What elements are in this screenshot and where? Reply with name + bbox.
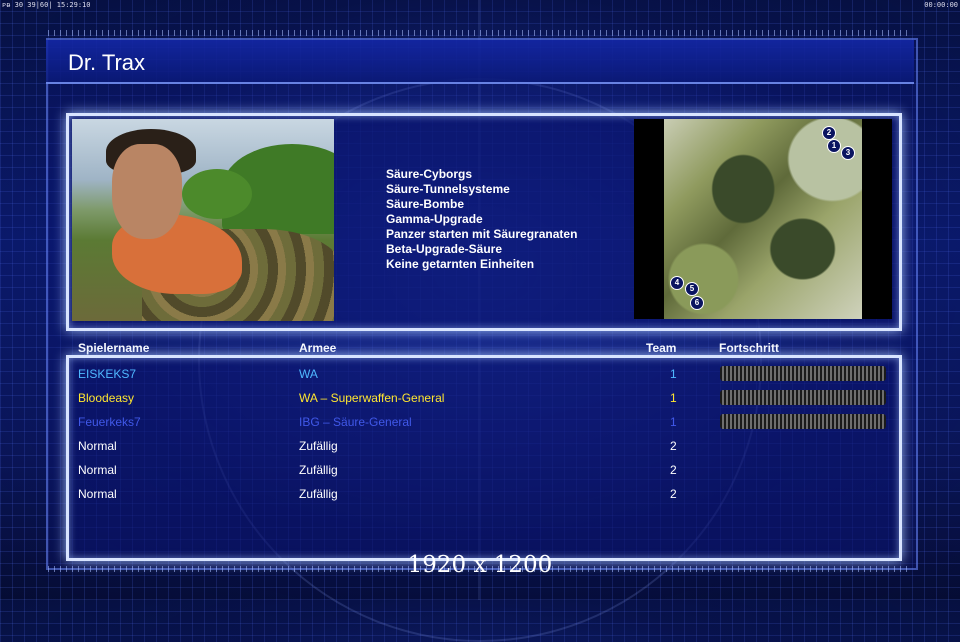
player-team: 2 xyxy=(670,463,677,477)
player-name: Feuerkeks7 xyxy=(78,415,141,429)
player-name: Normal xyxy=(78,439,117,453)
loading-progress-bar xyxy=(720,390,886,405)
table-row: Bloodeasy WA – Superwaffen-General 1 xyxy=(0,386,960,410)
perk-item: Keine getarnten Einheiten xyxy=(386,257,535,271)
perk-item: Säure-Cyborgs xyxy=(386,167,473,181)
portrait-bush xyxy=(182,169,252,219)
column-header-player-name: Spielername xyxy=(78,341,150,355)
start-position-marker: 3 xyxy=(841,146,855,160)
start-position-marker: 6 xyxy=(690,296,704,310)
player-team: 1 xyxy=(670,415,677,429)
table-row: Normal Zufällig 2 xyxy=(0,482,960,506)
player-army: WA – Superwaffen-General xyxy=(299,391,445,405)
minimap: 2 1 3 4 5 6 xyxy=(634,119,892,319)
column-header-army: Armee xyxy=(299,341,337,355)
perk-item: Panzer starten mit Säuregranaten xyxy=(386,227,578,241)
player-army: WA xyxy=(299,367,318,381)
general-name-title: Dr. Trax xyxy=(68,50,146,75)
column-header-progress: Fortschritt xyxy=(719,341,779,355)
player-name: Normal xyxy=(78,487,117,501)
table-row: Normal Zufällig 2 xyxy=(0,458,960,482)
start-position-marker: 2 xyxy=(822,126,836,140)
perk-item: Säure-Bombe xyxy=(386,197,465,211)
player-army: Zufällig xyxy=(299,487,338,501)
start-position-marker: 4 xyxy=(670,276,684,290)
table-row: Feuerkeks7 IBG – Säure-General 1 xyxy=(0,410,960,434)
top-ruler xyxy=(48,30,912,36)
player-army: Zufällig xyxy=(299,439,338,453)
general-portrait xyxy=(72,119,334,321)
player-team: 2 xyxy=(670,439,677,453)
player-team: 2 xyxy=(670,487,677,501)
perk-item: Säure-Tunnelsysteme xyxy=(386,182,510,196)
player-name: EISKEKS7 xyxy=(78,367,137,381)
game-timer: 00:00:00 xyxy=(924,1,958,9)
table-row: Normal Zufällig 2 xyxy=(0,434,960,458)
player-name: Bloodeasy xyxy=(78,391,135,405)
start-position-marker: 1 xyxy=(827,139,841,153)
player-army: Zufällig xyxy=(299,463,338,477)
start-position-marker: 5 xyxy=(685,282,699,296)
table-row: EISKEKS7 WA 1 xyxy=(0,362,960,386)
fps-clock-readout: ᴘᴃ 30 39|60| 15:29:10 xyxy=(2,1,91,9)
portrait-face xyxy=(112,144,182,239)
perk-item: Beta-Upgrade-Säure xyxy=(386,242,503,256)
title-bar xyxy=(46,40,914,84)
general-perk-list: Säure-Cyborgs Säure-Tunnelsysteme Säure-… xyxy=(386,167,577,272)
status-bar: ᴘᴃ 30 39|60| 15:29:10 00:00:00 xyxy=(0,0,960,10)
player-army: IBG – Säure-General xyxy=(299,415,412,429)
column-header-team: Team xyxy=(646,341,677,355)
player-team: 1 xyxy=(670,391,677,405)
loading-progress-bar xyxy=(720,366,886,381)
resolution-label: 1920 x 1200 xyxy=(407,552,553,578)
player-name: Normal xyxy=(78,463,117,477)
loading-progress-bar xyxy=(720,414,886,429)
player-team: 1 xyxy=(670,367,677,381)
perk-item: Gamma-Upgrade xyxy=(386,212,483,226)
